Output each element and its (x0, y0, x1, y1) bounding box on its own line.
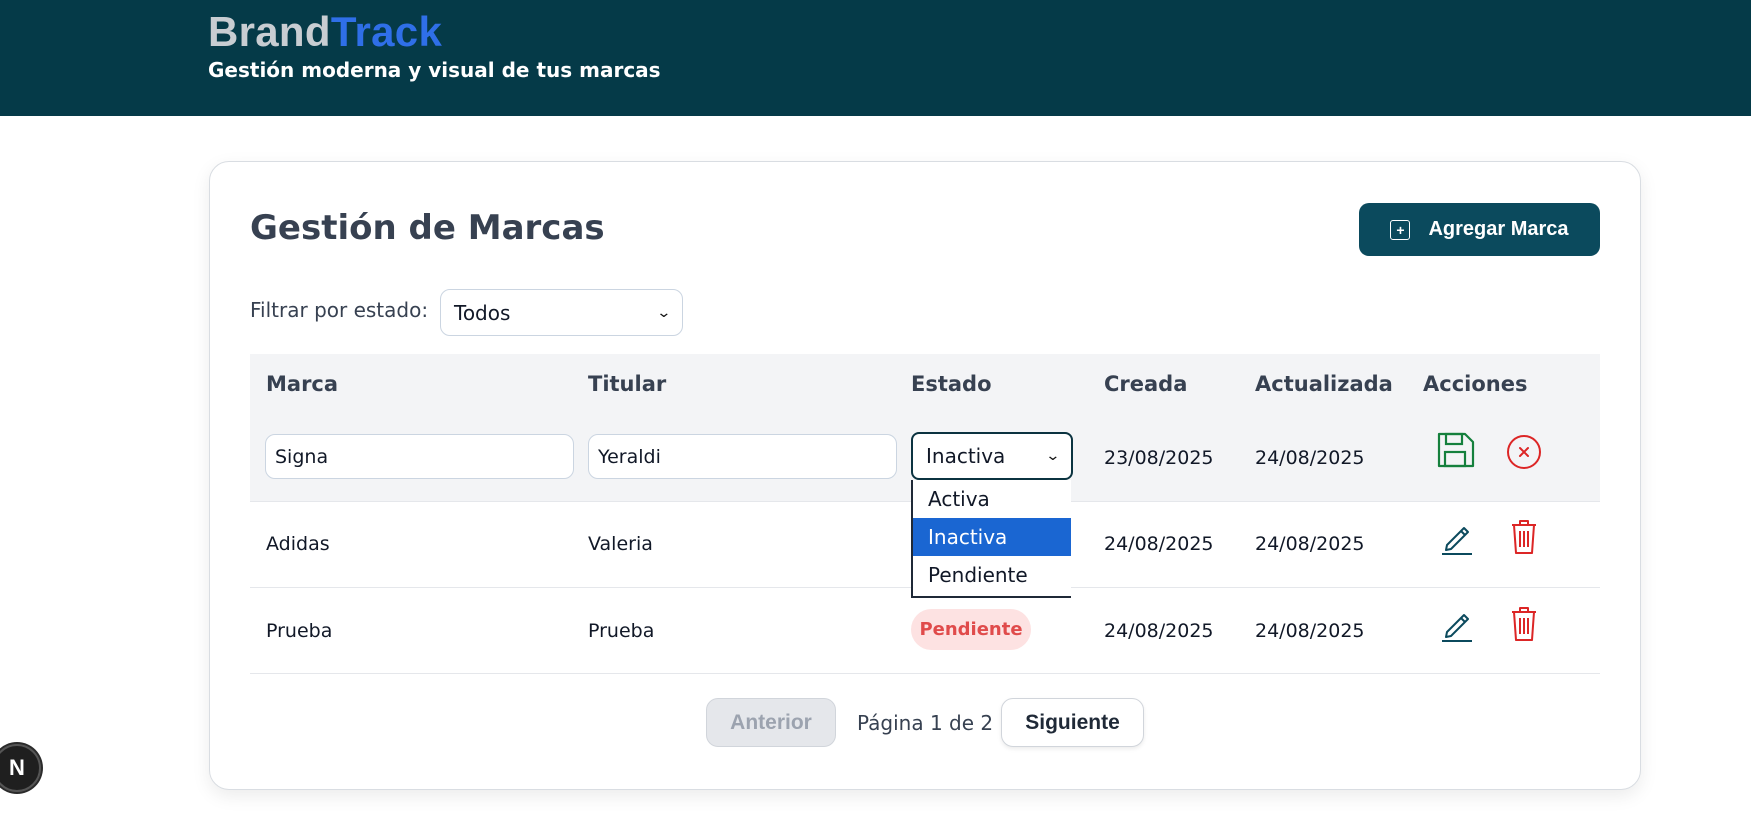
chevron-down-icon: ⌄ (656, 304, 672, 321)
edit-pencil-icon[interactable] (1440, 520, 1474, 556)
edit-pencil-icon[interactable] (1440, 607, 1474, 643)
row2-creada: 24/08/2025 (1104, 620, 1214, 642)
brand-logo[interactable]: BrandTrack (208, 8, 442, 56)
trash-icon[interactable] (1509, 605, 1539, 643)
column-header-creada: Creada (1104, 372, 1188, 396)
add-brand-label: Agregar Marca (1428, 218, 1569, 240)
next-page-button[interactable]: Siguiente (1001, 698, 1144, 747)
edit-titular-input[interactable]: Yeraldi (588, 434, 897, 479)
status-filter-value: Todos (454, 300, 511, 325)
save-icon[interactable] (1436, 430, 1476, 470)
estado-option-pendiente[interactable]: Pendiente (913, 556, 1071, 594)
edit-row-created: 23/08/2025 (1104, 447, 1214, 469)
add-brand-button[interactable]: + Agregar Marca (1359, 203, 1600, 256)
row1-actualizada: 24/08/2025 (1255, 533, 1365, 555)
estado-dropdown-list: Activa Inactiva Pendiente (911, 480, 1071, 598)
page-title: Gestión de Marcas (250, 208, 605, 248)
row1-titular: Valeria (588, 533, 653, 555)
edit-estado-select[interactable]: Inactiva ⌄ (911, 432, 1073, 480)
column-header-actualizada: Actualizada (1255, 372, 1393, 396)
row1-creada: 24/08/2025 (1104, 533, 1214, 555)
column-header-acciones: Acciones (1423, 372, 1528, 396)
estado-option-inactiva[interactable]: Inactiva (913, 518, 1071, 556)
column-header-titular: Titular (588, 372, 667, 396)
edit-marca-input[interactable]: Signa (265, 434, 574, 479)
row1-marca: Adidas (266, 533, 330, 555)
trash-icon[interactable] (1509, 518, 1539, 556)
chevron-down-icon: ⌄ (1045, 448, 1061, 464)
brand-name-part2: Track (330, 8, 443, 55)
row2-marca: Prueba (266, 620, 333, 642)
brand-name-part1: Brand (208, 8, 331, 55)
previous-page-button[interactable]: Anterior (706, 698, 836, 747)
row2-titular: Prueba (588, 620, 655, 642)
status-filter-select[interactable]: Todos ⌄ (440, 289, 683, 336)
filter-label: Filtrar por estado: (250, 298, 429, 322)
row2-actualizada: 24/08/2025 (1255, 620, 1365, 642)
estado-option-activa[interactable]: Activa (913, 480, 1071, 518)
status-badge: Pendiente (911, 609, 1031, 650)
row-divider (250, 673, 1600, 674)
column-header-marca: Marca (266, 372, 339, 396)
plus-square-icon: + (1390, 219, 1411, 240)
page-indicator: Página 1 de 2 (857, 711, 994, 735)
column-header-estado: Estado (911, 372, 992, 396)
edit-estado-value: Inactiva (926, 444, 1006, 468)
cancel-icon[interactable] (1506, 434, 1542, 470)
app-header: BrandTrack Gestión moderna y visual de t… (0, 0, 1751, 116)
dev-tools-indicator[interactable]: N (0, 744, 41, 792)
edit-row-updated: 24/08/2025 (1255, 447, 1365, 469)
brand-tagline: Gestión moderna y visual de tus marcas (208, 58, 661, 82)
